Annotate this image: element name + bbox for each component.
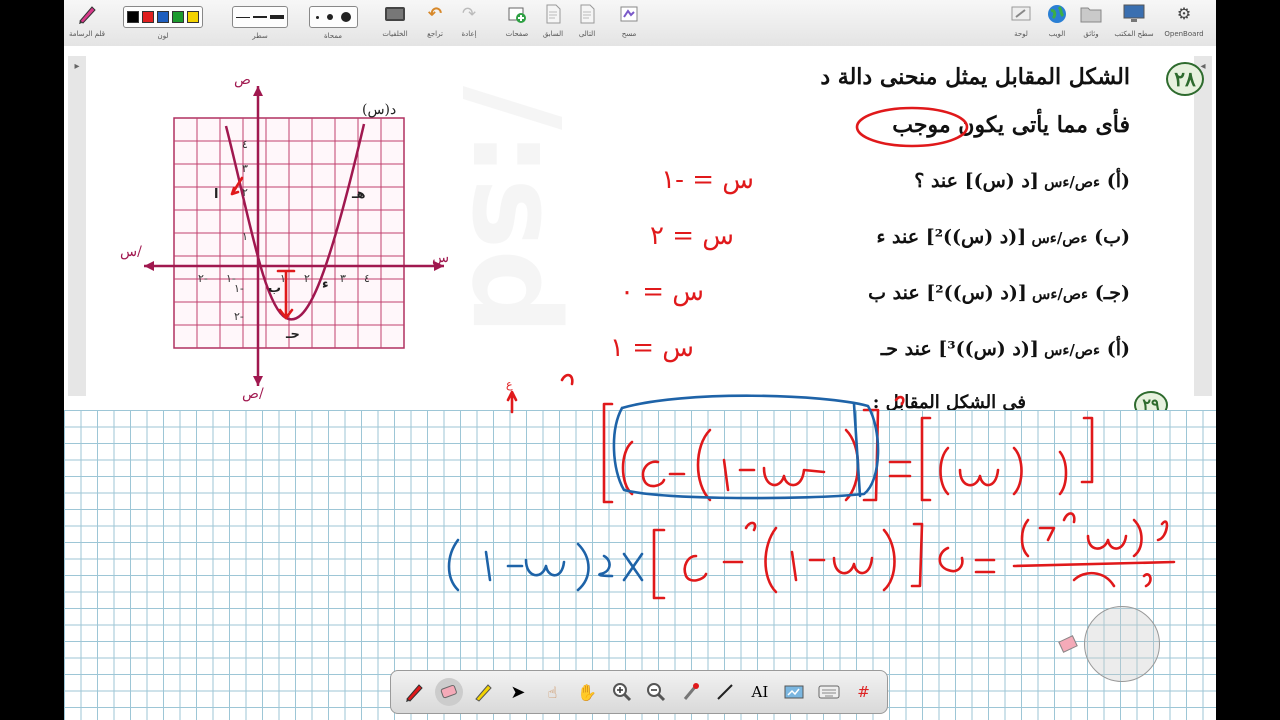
magnet-grid-icon[interactable]: #	[850, 678, 878, 706]
handwritten-answer-a: س = -١	[661, 165, 754, 195]
eraser-cursor	[1084, 606, 1160, 682]
handwritten-answer-d: س = ١	[610, 333, 694, 363]
text-tool-icon[interactable]: AI	[746, 678, 774, 706]
ink-layer: س = -١ س = ٢ س = ٠ س = ١ ع	[447, 165, 1176, 600]
eraser-tool-icon[interactable]	[434, 678, 463, 706]
zoom-out-icon[interactable]	[642, 678, 670, 706]
line-tool-icon[interactable]	[711, 678, 739, 706]
handwritten-equation-2	[447, 512, 1176, 600]
handwritten-equation-1	[560, 373, 1094, 504]
selector-arrow-icon[interactable]: ➤	[504, 678, 532, 706]
svg-text:ع: ع	[506, 378, 513, 391]
openboard-window: قلم الرسامة لون سطر ممحاة الخلفيات ↶ ترا…	[64, 0, 1216, 720]
marker-tool-icon[interactable]	[469, 678, 497, 706]
handwritten-answer-b: س = ٢	[650, 221, 734, 251]
capture-icon[interactable]	[780, 678, 808, 706]
axis-sketch: ع	[506, 378, 518, 414]
virtual-keyboard-icon[interactable]	[815, 678, 843, 706]
interact-hand-icon[interactable]: ☝	[539, 678, 567, 706]
handwritten-answer-c: س = ٠	[620, 277, 704, 307]
pan-hand-icon[interactable]: ✋	[573, 678, 601, 706]
pen-tool-icon[interactable]	[400, 678, 428, 706]
laser-pointer-icon[interactable]	[677, 678, 705, 706]
tool-palette: ➤ ☝ ✋ AI #	[390, 670, 888, 714]
zoom-in-icon[interactable]	[608, 678, 636, 706]
